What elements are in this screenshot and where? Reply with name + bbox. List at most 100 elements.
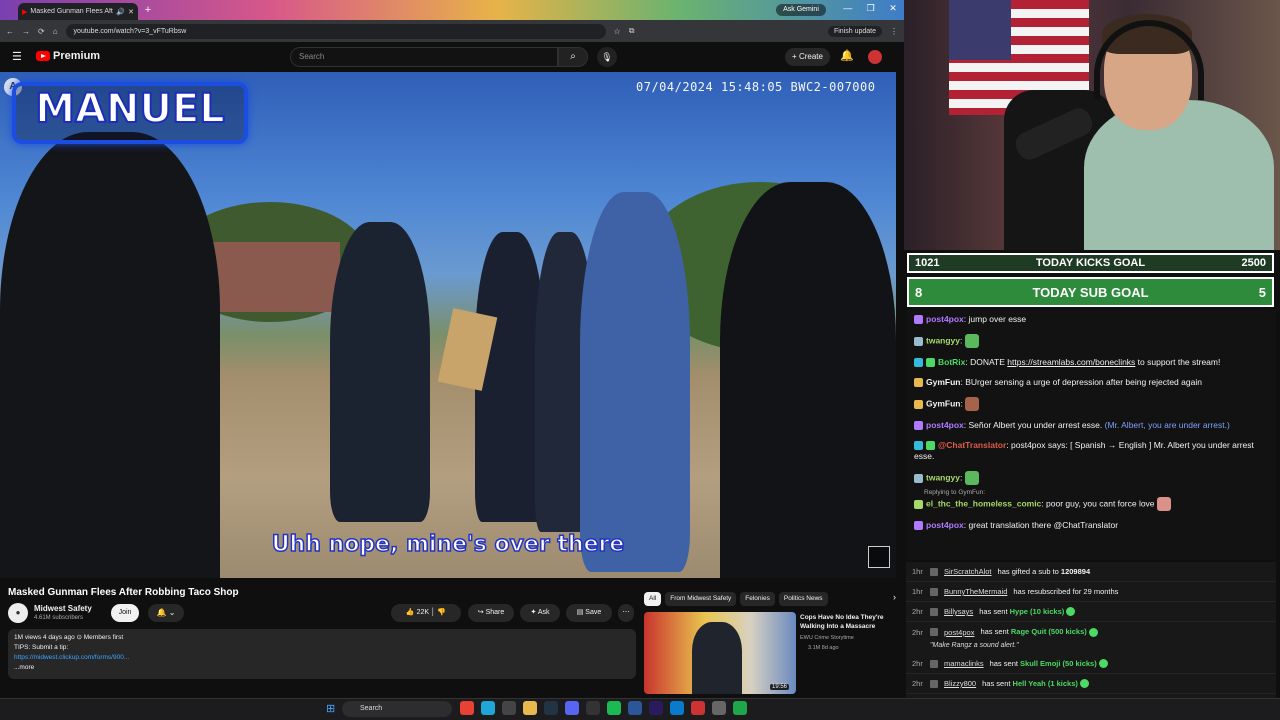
chat-username[interactable]: post4pox (926, 520, 964, 530)
show-more-link[interactable]: ...more (14, 663, 630, 673)
chat-username[interactable]: twangyy (926, 472, 960, 482)
youtube-favicon-icon: ▶ (22, 8, 28, 16)
steam-icon[interactable] (544, 701, 558, 715)
minimize-button[interactable]: — (843, 3, 852, 17)
related-video-title[interactable]: Cops Have No Idea They're Walking Into a… (800, 613, 892, 631)
chip-politics-news[interactable]: Politics News (778, 592, 828, 606)
event-user[interactable]: BunnyTheMermaid (944, 587, 1007, 596)
video-player[interactable]: 07/04/2024 15:48:05 BWC2-007000 A MANUEL… (0, 72, 896, 578)
event-user[interactable]: SirScratchAlot (944, 567, 992, 576)
search-button[interactable]: ⌕ (558, 47, 588, 67)
description-link[interactable]: https://midwest.clickup.com/forms/900... (14, 653, 630, 663)
spotify-icon[interactable] (607, 701, 621, 715)
app-icon[interactable] (733, 701, 747, 715)
bookmark-star-icon[interactable]: ☆ (614, 27, 621, 36)
chrome-icon[interactable] (460, 701, 474, 715)
chat-username[interactable]: GymFun (926, 398, 960, 408)
obs-icon[interactable] (502, 701, 516, 715)
taskbar-search[interactable]: Search (342, 701, 452, 717)
notifications-bell-icon[interactable]: 🔔 (840, 49, 854, 62)
chat-username[interactable]: el_thc_the_homeless_comic (926, 498, 1041, 508)
reload-icon[interactable]: ⟳ (38, 27, 45, 36)
related-video-thumbnail[interactable]: 19:56 (644, 612, 796, 694)
chat-username[interactable]: BotRix (938, 357, 965, 367)
event-user[interactable]: post4pox (944, 628, 974, 637)
event-icon (930, 607, 938, 616)
chat-username[interactable]: post4pox (926, 420, 964, 430)
chip-felonies[interactable]: Felonies (740, 592, 775, 606)
thumbs-down-icon[interactable]: │ 👎 (431, 609, 446, 616)
voice-search-button[interactable]: 🎙 (597, 47, 617, 67)
chip-from-channel[interactable]: From Midwest Safety (665, 592, 737, 606)
app-icon[interactable] (691, 701, 705, 715)
browser-tab-active[interactable]: ▶ Masked Gunman Flees Afte 🔊 ✕ (18, 3, 138, 20)
channel-avatar[interactable]: ● (8, 603, 28, 623)
home-icon[interactable]: ⌂ (53, 27, 58, 36)
word-icon[interactable] (628, 701, 642, 715)
forward-icon[interactable]: → (22, 27, 30, 36)
event-row: 2hr Billysays has sent Hype (10 kicks) (906, 602, 1276, 622)
event-text: has sent (980, 627, 1011, 637)
tab-audio-icon[interactable]: 🔊 (116, 8, 125, 16)
join-button[interactable]: Join (111, 604, 139, 622)
chat-username[interactable]: twangyy (926, 335, 960, 345)
chevron-right-icon[interactable]: › (893, 592, 896, 606)
pepe-emote-icon (964, 471, 979, 485)
chip-all[interactable]: All (644, 592, 662, 606)
more-actions-button[interactable]: ⋯ (618, 604, 634, 622)
premiere-icon[interactable] (649, 701, 663, 715)
terminal-icon[interactable] (586, 701, 600, 715)
ask-gemini-button[interactable]: Ask Gemini (776, 4, 826, 16)
like-button[interactable]: 👍 22K │ 👎 (391, 604, 461, 622)
search-input[interactable]: Search (290, 47, 558, 67)
channel-name[interactable]: Midwest Safety (34, 604, 92, 613)
browser-menu-icon[interactable]: ⋮ (890, 27, 898, 36)
chat-text: BUrger sensing a urge of depression afte… (965, 377, 1202, 387)
description-box[interactable]: 1M views 4 days ago ⊙ Members first TIPS… (8, 629, 636, 679)
tab-close-icon[interactable]: ✕ (128, 8, 134, 16)
logo-text: Premium (53, 50, 101, 62)
extensions-icon[interactable]: ⧉ (629, 26, 635, 36)
discord-icon[interactable] (565, 701, 579, 715)
event-text: has sent (979, 606, 1010, 616)
bot-badge-icon (914, 358, 923, 368)
chat-message: post4pox: great translation there @ChatT… (914, 520, 1272, 531)
microphone-icon: 🎙 (601, 52, 613, 62)
chat-link[interactable]: https://streamlabs.com/boneclinks (1007, 357, 1135, 367)
explorer-icon[interactable] (523, 701, 537, 715)
create-button[interactable]: + Create (785, 48, 830, 66)
youtube-logo[interactable]: Premium (36, 50, 100, 62)
event-user[interactable]: mamaclinks (944, 659, 984, 668)
ask-button[interactable]: ✦ Ask (520, 604, 560, 622)
maximize-button[interactable]: ❐ (867, 3, 875, 17)
event-highlight: 1209894 (1060, 567, 1091, 576)
chat-username[interactable]: GymFun (926, 377, 960, 387)
save-button[interactable]: ▤ Save (566, 604, 612, 622)
app-icon[interactable] (712, 701, 726, 715)
save-icon: ▤ (576, 609, 586, 616)
new-tab-button[interactable]: + (142, 4, 154, 16)
subscribe-notifications-button[interactable]: 🔔 ⌄ (148, 604, 184, 622)
reply-context[interactable]: Replying to GymFun: (924, 488, 1272, 497)
vscode-icon[interactable] (670, 701, 684, 715)
finish-update-button[interactable]: Finish update (827, 25, 882, 37)
url-field[interactable]: youtube.com/watch?v=3_vFTuRbsw (65, 23, 606, 39)
event-text: has gifted a sub to (997, 567, 1061, 576)
account-avatar[interactable] (868, 50, 882, 64)
chat-username[interactable]: @ChatTranslator (938, 440, 1006, 450)
share-button[interactable]: ↪ Share (468, 604, 514, 622)
event-user[interactable]: Blizzy800 (944, 679, 976, 688)
close-window-button[interactable]: ✕ (889, 3, 897, 17)
chat-text: jump over esse (968, 314, 1027, 324)
channel-watermark-icon[interactable] (868, 546, 890, 568)
related-video-channel[interactable]: EWU Crime Storytime (800, 635, 854, 641)
tab-title: Masked Gunman Flees Afte (30, 8, 114, 15)
video-scene-officer (330, 222, 430, 522)
windows-start-icon[interactable]: ⊞ (326, 702, 335, 715)
chat-username[interactable]: post4pox (926, 314, 964, 324)
kick-gem-icon (1066, 607, 1076, 617)
hamburger-menu-icon[interactable]: ☰ (12, 50, 22, 63)
edge-icon[interactable] (481, 701, 495, 715)
event-user[interactable]: Billysays (944, 607, 973, 616)
back-icon[interactable]: ← (6, 27, 14, 36)
